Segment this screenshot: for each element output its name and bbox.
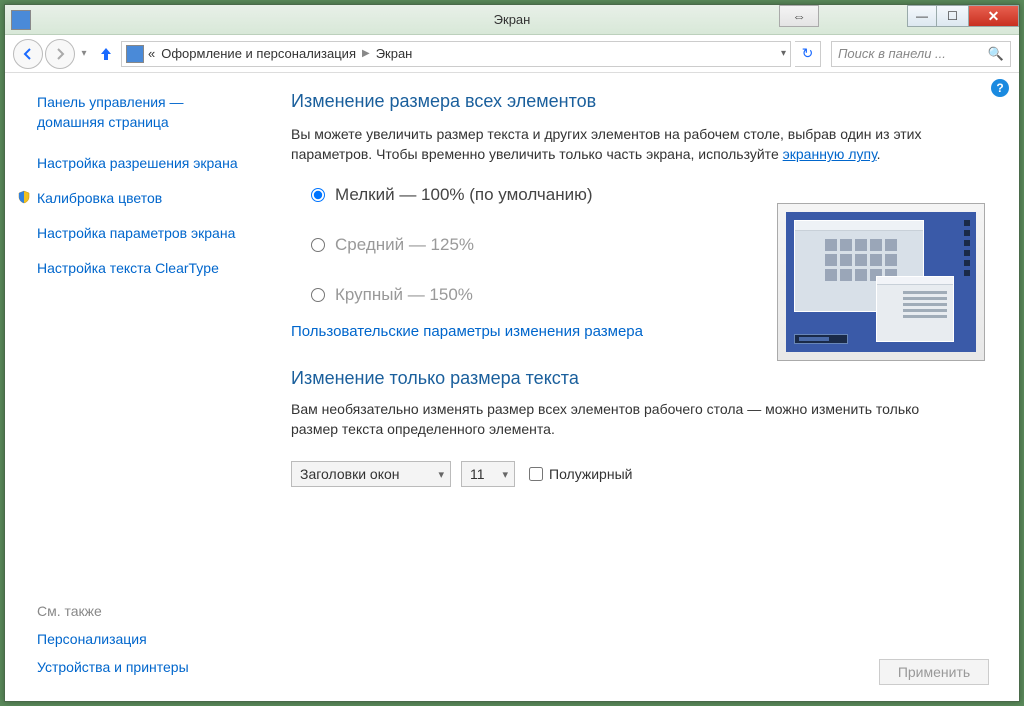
window: Экран ⇔ — ☐ ✕ ▾ « Оформление и персонали…: [4, 4, 1020, 702]
address-bar[interactable]: « Оформление и персонализация ▶ Экран ▾: [121, 41, 791, 67]
radio-medium-input[interactable]: [311, 238, 325, 252]
forward-button[interactable]: [45, 39, 75, 69]
bold-checkbox[interactable]: Полужирный: [529, 466, 632, 482]
back-button[interactable]: [13, 39, 43, 69]
radio-large-input[interactable]: [311, 288, 325, 302]
shield-icon: [17, 190, 31, 204]
arrow-left-icon: [20, 46, 36, 62]
chevron-down-icon[interactable]: ▾: [781, 48, 786, 59]
tablet-button[interactable]: ⇔: [779, 5, 819, 27]
chevron-right-icon[interactable]: ▶: [362, 48, 370, 59]
search-icon: 🔍: [988, 46, 1004, 62]
sidebar-link-resolution[interactable]: Настройка разрешения экрана: [37, 154, 253, 173]
up-button[interactable]: [95, 43, 117, 65]
window-buttons: — ☐ ✕: [907, 5, 1019, 27]
see-also-devices[interactable]: Устройства и принтеры: [37, 659, 189, 675]
description-text-only: Вам необязательно изменять размер всех э…: [291, 399, 951, 440]
maximize-button[interactable]: ☐: [937, 5, 969, 27]
main-content: ? Изменение размера всех элементов Вы мо…: [275, 73, 1019, 701]
size-select[interactable]: 11: [461, 461, 515, 487]
sidebar-link-color-calibration[interactable]: Калибровка цветов: [37, 189, 253, 208]
see-also-personalization[interactable]: Персонализация: [37, 631, 189, 647]
heading-resize-all: Изменение размера всех элементов: [291, 91, 989, 112]
titlebar: Экран ⇔ — ☐ ✕: [5, 5, 1019, 35]
see-also: См. также Персонализация Устройства и пр…: [37, 603, 189, 687]
arrow-right-icon: [52, 46, 68, 62]
close-button[interactable]: ✕: [969, 5, 1019, 27]
window-title: Экран: [494, 12, 531, 27]
sidebar-link-display-settings[interactable]: Настройка параметров экрана: [37, 224, 253, 243]
control-panel-home-link[interactable]: Панель управления — домашняя страница: [37, 93, 253, 132]
see-also-header: См. также: [37, 603, 189, 619]
control-panel-icon: [126, 45, 144, 63]
search-placeholder: Поиск в панели ...: [838, 46, 946, 61]
help-button[interactable]: ?: [991, 79, 1009, 97]
magnifier-link[interactable]: экранную лупу: [783, 146, 877, 162]
element-select[interactable]: Заголовки окон: [291, 461, 451, 487]
search-input[interactable]: Поиск в панели ... 🔍: [831, 41, 1011, 67]
heading-text-only: Изменение только размера текста: [291, 368, 989, 389]
breadcrumb-item[interactable]: Оформление и персонализация: [161, 46, 356, 61]
apply-button[interactable]: Применить: [879, 659, 989, 685]
bold-checkbox-input[interactable]: [529, 467, 543, 481]
breadcrumb-item[interactable]: Экран: [376, 46, 413, 61]
sidebar-link-cleartype[interactable]: Настройка текста ClearType: [37, 259, 253, 278]
navbar: ▾ « Оформление и персонализация ▶ Экран …: [5, 35, 1019, 73]
description: Вы можете увеличить размер текста и друг…: [291, 124, 971, 165]
history-dropdown[interactable]: ▾: [77, 40, 91, 68]
preview-image: [777, 203, 985, 361]
system-icon: [11, 10, 31, 30]
body: Панель управления — домашняя страница На…: [5, 73, 1019, 701]
refresh-button[interactable]: ↻: [795, 41, 821, 67]
breadcrumb-prefix: «: [148, 46, 155, 61]
radio-small-input[interactable]: [311, 188, 325, 202]
arrow-up-icon: [97, 45, 115, 63]
minimize-button[interactable]: —: [907, 5, 937, 27]
sidebar: Панель управления — домашняя страница На…: [5, 73, 275, 701]
radio-small[interactable]: Мелкий — 100% (по умолчанию): [311, 185, 989, 205]
text-size-controls: Заголовки окон 11 Полужирный: [291, 461, 989, 487]
